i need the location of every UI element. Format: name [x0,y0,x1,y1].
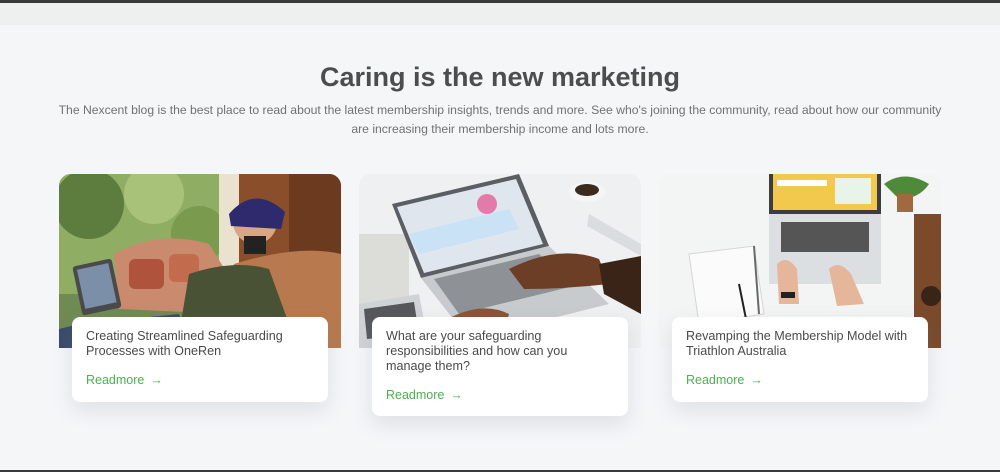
blog-card: Creating Streamlined Safeguarding Proces… [59,174,341,402]
section-title: Caring is the new marketing [319,62,681,92]
readmore-label: Readmore [686,373,745,387]
arrow-right-icon: → [450,388,463,402]
readmore-link[interactable]: Readmore → [86,373,163,387]
section-description: The Nexcent blog is the best place to re… [58,103,942,136]
readmore-label: Readmore [86,373,145,387]
readmore-link[interactable]: Readmore → [686,373,763,387]
blog-card-content: Creating Streamlined Safeguarding Proces… [72,317,328,402]
blog-card-content: What are your safeguarding responsibilit… [372,317,628,416]
blog-card-title: Revamping the Membership Model with Tria… [686,329,908,358]
blog-card-content: Revamping the Membership Model with Tria… [672,317,928,402]
blog-card-title: What are your safeguarding responsibilit… [386,329,568,373]
blog-card: Revamping the Membership Model with Tria… [659,174,941,402]
arrow-right-icon: → [750,373,763,387]
readmore-link[interactable]: Readmore → [386,388,463,402]
blog-card-title: Creating Streamlined Safeguarding Proces… [86,329,283,358]
arrow-right-icon: → [150,373,163,387]
header-strip [0,3,1000,25]
blog-card: What are your safeguarding responsibilit… [359,174,641,416]
readmore-label: Readmore [386,388,445,402]
